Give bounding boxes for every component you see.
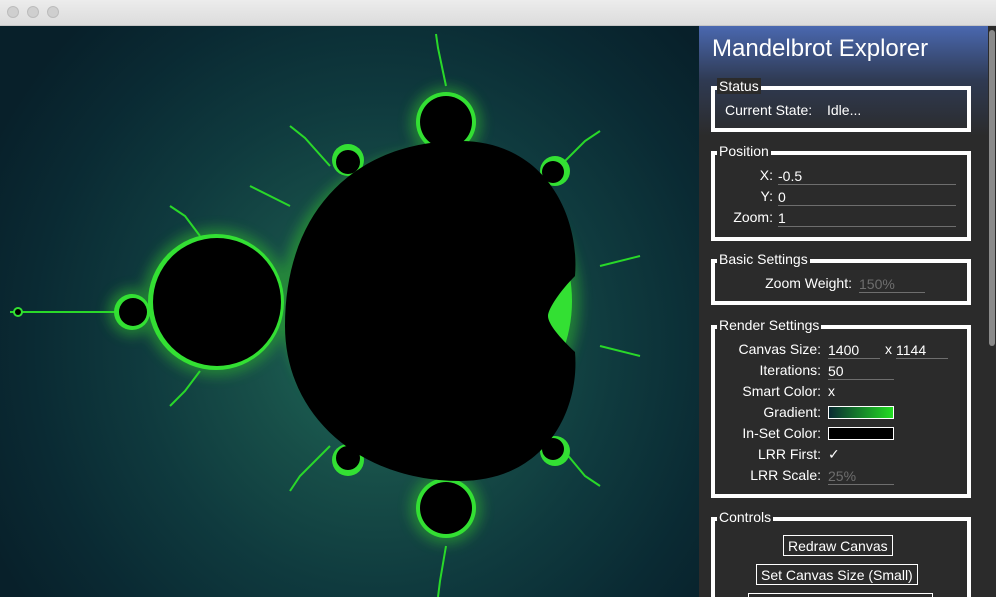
canvas-height-field[interactable] <box>896 341 948 359</box>
zoom-weight-field[interactable] <box>859 275 925 293</box>
redraw-canvas-button[interactable]: Redraw Canvas <box>783 535 893 556</box>
position-group-title: Position <box>717 143 771 159</box>
lrr-scale-field[interactable] <box>828 467 894 485</box>
mandelbrot-render <box>10 33 641 597</box>
y-label: Y: <box>760 188 773 204</box>
state-value: Idle... <box>827 102 862 118</box>
y-field[interactable] <box>778 188 956 206</box>
lrr-first-checkbox[interactable]: ✓ <box>828 446 840 463</box>
gradient-row: Gradient: <box>715 404 967 422</box>
x-row: X: <box>715 167 967 185</box>
smart-color-label: Smart Color: <box>742 383 821 399</box>
iterations-field[interactable] <box>828 362 894 380</box>
zoom-row: Zoom: <box>715 209 967 227</box>
status-group: Status Current State: Idle... <box>711 78 971 132</box>
controls-title: Controls <box>717 509 774 525</box>
set-canvas-size-small-button[interactable]: Set Canvas Size (Small) <box>756 564 918 585</box>
basic-settings-title: Basic Settings <box>717 251 810 267</box>
x-label: X: <box>759 167 773 183</box>
canvas-size-row: Canvas Size: x <box>715 341 967 359</box>
render-settings-group: Render Settings Canvas Size: x Iteration… <box>711 317 971 498</box>
controls-next-button[interactable] <box>748 593 933 597</box>
canvas-size-label: Canvas Size: <box>738 341 821 357</box>
controls-group: Controls Redraw Canvas Set Canvas Size (… <box>711 509 971 597</box>
lrr-scale-label: LRR Scale: <box>750 467 821 483</box>
render-settings-title: Render Settings <box>717 317 822 333</box>
state-label: Current State: <box>725 102 813 118</box>
iterations-row: Iterations: <box>715 362 967 380</box>
zoom-weight-row: Zoom Weight: <box>715 275 967 293</box>
zoom-icon[interactable] <box>47 6 59 18</box>
panel-scrollbar[interactable] <box>988 26 996 597</box>
fractal-canvas[interactable] <box>0 26 699 597</box>
inset-color-swatch[interactable] <box>828 427 894 440</box>
y-row: Y: <box>715 188 967 206</box>
mandelbrot-set <box>15 96 576 534</box>
x-field[interactable] <box>778 167 956 185</box>
canvas-width-field[interactable] <box>828 341 880 359</box>
app-title: Mandelbrot Explorer <box>712 35 929 62</box>
status-row: Current State: Idle... <box>715 102 967 120</box>
gradient-swatch[interactable] <box>828 406 894 419</box>
lrr-scale-row: LRR Scale: <box>715 467 967 485</box>
canvas-size-separator: x <box>885 341 892 357</box>
window-title-bar <box>0 0 996 26</box>
minimize-icon[interactable] <box>27 6 39 18</box>
smart-color-row: Smart Color: x <box>715 383 967 401</box>
close-icon[interactable] <box>7 6 19 18</box>
inset-color-label: In-Set Color: <box>742 425 821 441</box>
lrr-first-row: LRR First: ✓ <box>715 446 967 464</box>
zoom-label: Zoom: <box>733 209 773 225</box>
position-group: Position X: Y: Zoom: <box>711 143 971 241</box>
inset-color-row: In-Set Color: <box>715 425 967 443</box>
gradient-label: Gradient: <box>763 404 821 420</box>
status-group-title: Status <box>717 78 761 94</box>
smart-color-checkbox[interactable]: x <box>828 383 835 399</box>
lrr-first-label: LRR First: <box>758 446 821 462</box>
zoom-weight-label: Zoom Weight: <box>765 275 852 291</box>
settings-panel: Mandelbrot Explorer Status Current State… <box>699 26 988 597</box>
scrollbar-thumb[interactable] <box>989 30 995 346</box>
basic-settings-group: Basic Settings Zoom Weight: <box>711 251 971 305</box>
zoom-field[interactable] <box>778 209 956 227</box>
iterations-label: Iterations: <box>759 362 821 378</box>
